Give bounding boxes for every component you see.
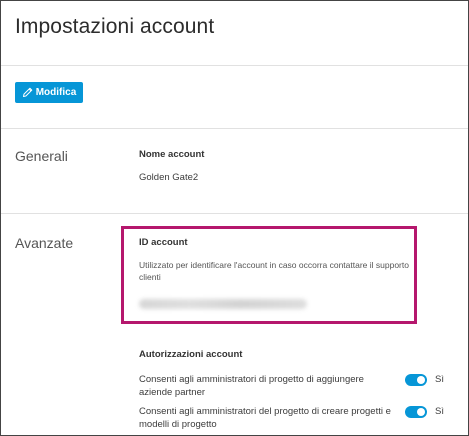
toggle-label: Sì: [435, 406, 444, 417]
toggle-knob: [417, 376, 425, 384]
permission-toggle[interactable]: [405, 374, 427, 386]
permission-toggle[interactable]: [405, 406, 427, 418]
toolbar-divider: [1, 128, 468, 129]
permission-text: Consenti agli amministratori del progett…: [139, 406, 391, 430]
page-title: Impostazioni account: [15, 15, 215, 38]
pencil-icon: [22, 87, 33, 98]
toggle-knob: [417, 408, 425, 416]
header-divider: [1, 65, 468, 66]
permission-row: Consenti agli amministratori del progett…: [139, 405, 444, 433]
settings-window: Impostazioni account Modifica Generali N…: [0, 0, 469, 436]
account-id-description: Utilizzato per identificare l'account in…: [139, 260, 409, 282]
account-name-title: Nome account: [139, 149, 205, 160]
account-id-value-redacted: [139, 299, 307, 309]
section-label-advanced: Avanzate: [15, 235, 74, 251]
account-name-value: Golden Gate2: [139, 172, 199, 183]
edit-button-label: Modifica: [35, 87, 77, 98]
section-divider: [1, 213, 468, 214]
permission-row: Consenti agli amministratori di progetto…: [139, 373, 444, 401]
edit-button[interactable]: Modifica: [15, 82, 83, 103]
account-id-title: ID account: [139, 237, 188, 248]
toggle-label: Sì: [435, 374, 444, 385]
permissions-title: Autorizzazioni account: [139, 349, 243, 360]
permission-text: Consenti agli amministratori di progetto…: [139, 374, 364, 398]
section-label-general: Generali: [15, 148, 68, 164]
